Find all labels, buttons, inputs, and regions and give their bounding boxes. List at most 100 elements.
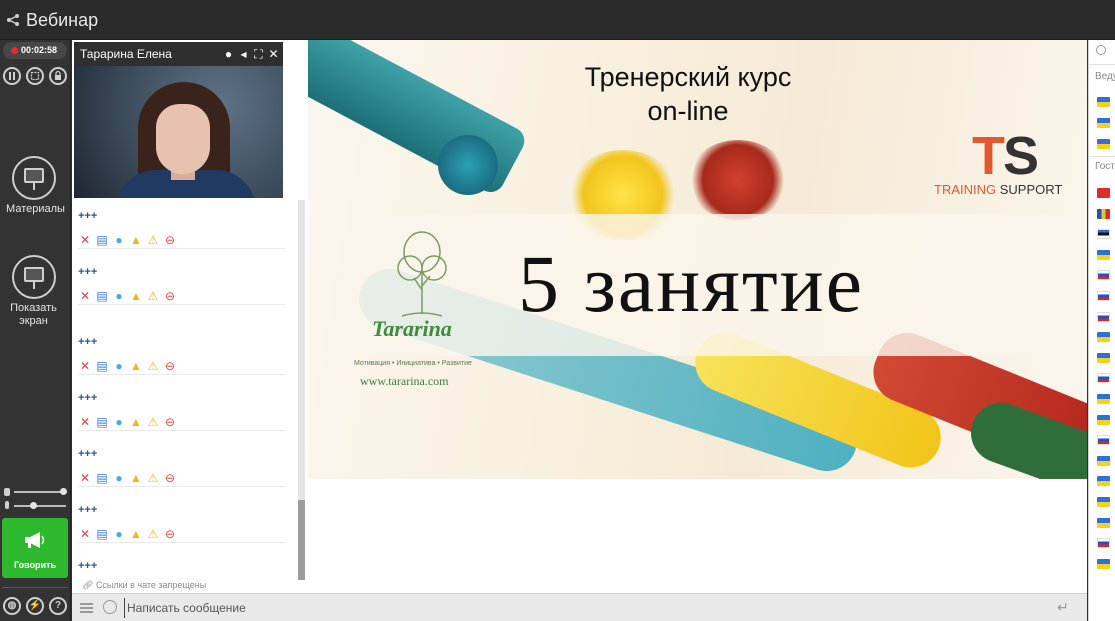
ban-icon[interactable]: ⊖: [163, 359, 177, 373]
flag-ua-icon[interactable]: [1097, 497, 1110, 507]
flag-ua-icon[interactable]: [1097, 517, 1110, 528]
bell-icon[interactable]: ▲: [129, 415, 143, 429]
reply-icon[interactable]: ●: [112, 471, 126, 485]
quality-icon[interactable]: ⚡: [26, 597, 44, 615]
flag-ua-icon[interactable]: [1097, 394, 1110, 404]
delete-icon[interactable]: ✕: [78, 289, 92, 303]
flag-ru-icon[interactable]: [1097, 311, 1110, 322]
send-icon[interactable]: ↵: [1057, 600, 1075, 614]
clipboard-icon[interactable]: ▤: [95, 415, 109, 429]
reply-icon[interactable]: ●: [112, 233, 126, 247]
clipboard-icon[interactable]: ▤: [95, 471, 109, 485]
lock-icon[interactable]: [49, 67, 67, 85]
volume-slider[interactable]: [14, 488, 67, 495]
chat-message: +++ ✕ ▤ ● ▲ ⚠ ⊖: [76, 392, 298, 442]
delete-icon[interactable]: ✕: [78, 359, 92, 373]
reply-icon[interactable]: ●: [112, 415, 126, 429]
bell-icon[interactable]: ▲: [129, 289, 143, 303]
delete-icon[interactable]: ✕: [78, 233, 92, 247]
show-screen-button[interactable]: [12, 255, 56, 299]
dashboard-icon[interactable]: ◍: [3, 597, 21, 615]
participants-list: Ведущие Гости: [1088, 40, 1115, 621]
share-icon[interactable]: [6, 13, 20, 27]
reply-icon[interactable]: ●: [112, 527, 126, 541]
microphone-knob[interactable]: [30, 502, 37, 509]
pin-icon[interactable]: ●: [223, 48, 234, 60]
flag-ua-icon[interactable]: [1097, 558, 1110, 569]
ban-icon[interactable]: ⊖: [163, 471, 177, 485]
reply-icon[interactable]: ●: [112, 359, 126, 373]
microphone-slider[interactable]: [14, 502, 66, 509]
message-divider: [78, 542, 286, 543]
flag-ro-icon[interactable]: [1097, 208, 1110, 219]
warning-icon[interactable]: ⚠: [146, 415, 160, 429]
flag-ua-icon[interactable]: [1097, 249, 1110, 260]
flag-ua-icon[interactable]: [1097, 332, 1110, 343]
chat-message-text: +++: [78, 336, 98, 348]
link-icon: 🔗︎: [82, 580, 96, 590]
flag-ru-icon[interactable]: [1097, 270, 1110, 281]
reply-icon[interactable]: ●: [112, 289, 126, 303]
flag-ua-icon[interactable]: [1097, 352, 1110, 363]
clipboard-icon[interactable]: ▤: [95, 527, 109, 541]
warning-icon[interactable]: ⚠: [146, 289, 160, 303]
ban-icon[interactable]: ⊖: [163, 233, 177, 247]
warning-icon[interactable]: ⚠: [146, 527, 160, 541]
ban-icon[interactable]: ⊖: [163, 289, 177, 303]
volume-knob[interactable]: [60, 488, 67, 495]
bell-icon[interactable]: ▲: [129, 233, 143, 247]
presenter-name: Тарарина Елена: [80, 47, 172, 61]
delete-icon[interactable]: ✕: [78, 471, 92, 485]
message-actions: ✕ ▤ ● ▲ ⚠ ⊖: [78, 289, 177, 303]
bell-icon[interactable]: ▲: [129, 527, 143, 541]
tree-icon: [397, 231, 447, 317]
flag-ua-icon[interactable]: [1097, 118, 1110, 128]
help-icon[interactable]: ?: [49, 597, 67, 615]
participants-divider: [1089, 64, 1115, 65]
materials-button[interactable]: [12, 156, 56, 200]
chat-message: +++ ✕ ▤ ● ▲ ⚠ ⊖: [76, 448, 298, 498]
search-icon[interactable]: [1096, 45, 1106, 55]
flag-ua-icon[interactable]: [1097, 476, 1110, 487]
clipboard-icon[interactable]: ▤: [95, 359, 109, 373]
pause-icon[interactable]: [3, 67, 21, 85]
flag-ru-icon[interactable]: [1097, 435, 1110, 446]
emoji-icon[interactable]: [103, 600, 117, 614]
chat-scroll-thumb[interactable]: [298, 500, 305, 580]
bell-icon[interactable]: ▲: [129, 359, 143, 373]
warning-icon[interactable]: ⚠: [146, 471, 160, 485]
close-icon[interactable]: ✕: [268, 48, 279, 60]
chat-message: +++ ✕ ▤ ● ▲ ⚠ ⊖: [76, 266, 298, 316]
ban-icon[interactable]: ⊖: [163, 415, 177, 429]
delete-icon[interactable]: ✕: [78, 415, 92, 429]
flag-ua-icon[interactable]: [1097, 97, 1110, 107]
flag-ee-icon[interactable]: [1097, 229, 1110, 240]
flag-ua-icon[interactable]: [1097, 414, 1110, 425]
flag-ua-icon[interactable]: [1097, 139, 1110, 149]
message-actions: ✕ ▤ ● ▲ ⚠ ⊖: [78, 233, 177, 247]
warning-icon[interactable]: ⚠: [146, 359, 160, 373]
menu-icon[interactable]: [80, 603, 93, 613]
flag-ru-icon[interactable]: [1097, 538, 1110, 549]
materials-label[interactable]: Материалы: [0, 203, 71, 216]
presentation-stage: Тренерский курс on-line TS TRAINING SUPP…: [308, 40, 1087, 593]
fullscreen-icon[interactable]: [26, 67, 44, 85]
flag-ua-icon[interactable]: [1097, 455, 1110, 466]
bell-icon[interactable]: ▲: [129, 471, 143, 485]
show-screen-label[interactable]: Показать экран: [0, 302, 69, 328]
expand-icon[interactable]: ⛶: [253, 48, 264, 60]
ban-icon[interactable]: ⊖: [163, 527, 177, 541]
flag-sk-icon[interactable]: [1097, 373, 1110, 384]
message-input[interactable]: [124, 598, 1044, 618]
chat-message-text: +++: [78, 266, 98, 278]
flag-tr-icon[interactable]: [1097, 188, 1110, 198]
presenter-video: [74, 66, 283, 198]
clipboard-icon[interactable]: ▤: [95, 233, 109, 247]
clipboard-icon[interactable]: ▤: [95, 289, 109, 303]
delete-icon[interactable]: ✕: [78, 527, 92, 541]
speak-button[interactable]: Говорить: [2, 518, 68, 578]
chat-scrollbar[interactable]: [298, 200, 305, 580]
volume-icon[interactable]: ◂: [238, 48, 249, 60]
flag-ru-icon[interactable]: [1097, 291, 1110, 301]
warning-icon[interactable]: ⚠: [146, 233, 160, 247]
